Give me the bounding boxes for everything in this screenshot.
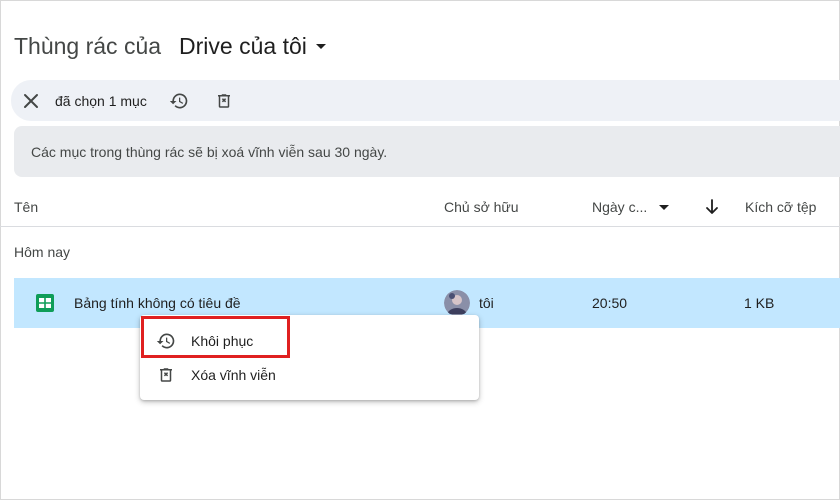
- sort-direction-button[interactable]: [700, 187, 724, 227]
- caret-down-icon: [315, 44, 326, 49]
- location-label: Drive của tôi: [179, 32, 307, 59]
- menu-item-label: Khôi phục: [191, 333, 254, 349]
- page-frame: [0, 0, 840, 500]
- arrow-down-icon: [706, 199, 718, 214]
- column-size[interactable]: Kích cỡ tệp: [745, 187, 816, 227]
- modified-time: 20:50: [592, 295, 628, 311]
- delete-forever-icon: [156, 365, 176, 385]
- owner-name: tôi: [479, 295, 494, 311]
- column-owner[interactable]: Chủ sở hữu: [444, 187, 519, 227]
- banner-text: Các mục trong thùng rác sẽ bị xoá vĩnh v…: [31, 143, 388, 160]
- page-title: Thùng rác của Drive của tôi: [14, 30, 327, 62]
- file-size: 1 KB: [744, 295, 775, 311]
- restore-button[interactable]: [165, 87, 193, 115]
- caret-down-icon: [659, 205, 670, 210]
- selection-bar: đã chọn 1 mục: [11, 80, 840, 121]
- trash-info-banner: Các mục trong thùng rác sẽ bị xoá vĩnh v…: [14, 126, 840, 177]
- column-date-label: Ngày c...: [592, 199, 648, 215]
- location-dropdown[interactable]: Drive của tôi: [179, 33, 327, 60]
- restore-icon: [169, 93, 188, 108]
- close-icon: [24, 93, 38, 108]
- title-prefix: Thùng rác của: [14, 32, 162, 59]
- delete-forever-button[interactable]: [210, 87, 238, 115]
- selection-count: đã chọn 1 mục: [55, 92, 147, 109]
- restore-icon: [156, 331, 176, 351]
- menu-item-label: Xóa vĩnh viễn: [191, 367, 276, 383]
- column-date[interactable]: Ngày c...: [592, 187, 670, 227]
- context-menu: Khôi phục Xóa vĩnh viễn: [140, 315, 479, 400]
- clear-selection-button[interactable]: [17, 87, 45, 115]
- menu-item-restore[interactable]: Khôi phục: [140, 324, 479, 358]
- sheets-icon: [36, 278, 54, 328]
- avatar: [444, 290, 470, 316]
- column-name[interactable]: Tên: [14, 187, 38, 227]
- section-today: Hôm nay: [14, 244, 71, 260]
- column-header-row: Tên Chủ sở hữu Ngày c... Kích cỡ tệp: [0, 187, 840, 227]
- menu-item-delete-forever[interactable]: Xóa vĩnh viễn: [140, 358, 479, 392]
- delete-forever-icon: [217, 93, 230, 108]
